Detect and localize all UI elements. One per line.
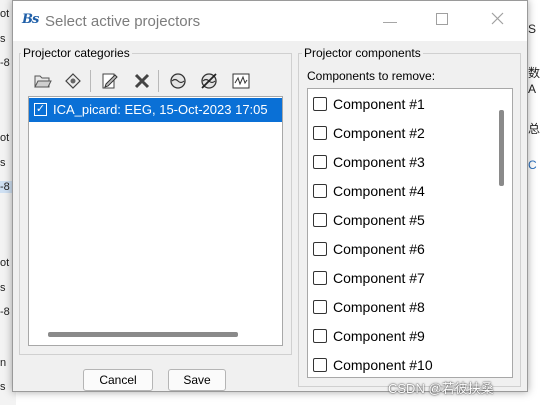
- minimize-icon: —: [383, 13, 397, 29]
- component-label: Component #1: [333, 96, 425, 112]
- bg-text: s: [0, 381, 6, 393]
- projector-components-label: Projector components: [302, 46, 423, 60]
- bg-text: s: [0, 157, 6, 169]
- component-label: Component #10: [333, 357, 433, 373]
- bg-text: C: [528, 158, 537, 172]
- checkbox[interactable]: [313, 126, 327, 140]
- bg-text: -8: [0, 57, 10, 69]
- window-title: Select active projectors: [45, 13, 201, 30]
- close-icon: [491, 12, 504, 30]
- cancel-button[interactable]: Cancel: [83, 369, 153, 391]
- close-button[interactable]: [474, 1, 520, 41]
- list-item[interactable]: ✓ ICA_picard: EEG, 15-Oct-2023 17:05: [29, 98, 282, 122]
- component-label: Component #4: [333, 183, 425, 199]
- components-list[interactable]: Component #1 Component #2 Component #3 C…: [307, 88, 513, 378]
- checkbox-checked[interactable]: ✓: [34, 103, 47, 116]
- checkbox[interactable]: [313, 271, 327, 285]
- checkbox[interactable]: [313, 300, 327, 314]
- component-label: Component #3: [333, 154, 425, 170]
- checkbox[interactable]: [313, 184, 327, 198]
- toolbar-separator: [158, 70, 159, 92]
- toolbar-separator: [90, 70, 91, 92]
- component-label: Component #6: [333, 241, 425, 257]
- checkbox[interactable]: [313, 242, 327, 256]
- signal-icon[interactable]: [231, 71, 251, 91]
- checkbox[interactable]: [313, 329, 327, 343]
- edit-icon[interactable]: [100, 71, 120, 91]
- title-bar[interactable]: Bs Select active projectors —: [13, 1, 527, 41]
- bg-text: A: [528, 82, 537, 96]
- bg-text: -8: [0, 306, 10, 318]
- component-label: Component #9: [333, 328, 425, 344]
- open-folder-icon[interactable]: [33, 71, 53, 91]
- bg-text: 总: [528, 122, 540, 136]
- watermark: CSDN @若彼扶桑: [388, 381, 494, 396]
- bg-text: -8: [0, 181, 12, 193]
- checkbox[interactable]: [313, 213, 327, 227]
- component-label: Component #8: [333, 299, 425, 315]
- bg-text: S: [528, 22, 537, 36]
- components-to-remove-label: Components to remove:: [307, 69, 436, 83]
- refresh-icon[interactable]: [63, 71, 83, 91]
- checkbox[interactable]: [313, 155, 327, 169]
- projector-list[interactable]: ✓ ICA_picard: EEG, 15-Oct-2023 17:05: [28, 96, 283, 346]
- no-headmodel-icon[interactable]: [199, 71, 219, 91]
- maximize-icon: [436, 12, 448, 30]
- save-button[interactable]: Save: [168, 369, 226, 391]
- bg-text: 数: [528, 66, 540, 80]
- component-label: Component #2: [333, 125, 425, 141]
- headmodel-icon[interactable]: [168, 71, 188, 91]
- maximize-button[interactable]: [419, 1, 465, 41]
- bg-text: ot: [0, 8, 10, 20]
- checkbox[interactable]: [313, 358, 327, 372]
- delete-icon[interactable]: [132, 71, 152, 91]
- component-label: Component #7: [333, 270, 425, 286]
- bg-text: s: [0, 282, 6, 294]
- bg-text: ot: [0, 257, 10, 269]
- bg-text: n: [0, 357, 7, 369]
- brainstorm-app-icon: Bs: [22, 12, 39, 27]
- checkbox[interactable]: [313, 97, 327, 111]
- projector-item-label: ICA_picard: EEG, 15-Oct-2023 17:05: [53, 102, 268, 117]
- minimize-button[interactable]: —: [367, 1, 413, 41]
- vertical-scrollbar[interactable]: [499, 110, 504, 186]
- bg-text: ot: [0, 132, 10, 144]
- component-label: Component #5: [333, 212, 425, 228]
- horizontal-scrollbar[interactable]: [48, 332, 238, 337]
- bg-text: s: [0, 33, 6, 45]
- projector-categories-label: Projector categories: [21, 46, 132, 60]
